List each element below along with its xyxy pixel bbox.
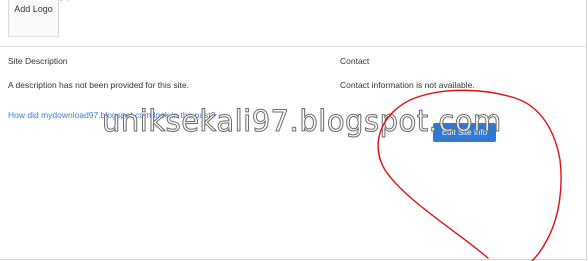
edit-site-info-button[interactable]: Edit Site Info (433, 123, 496, 142)
section-divider (0, 46, 586, 47)
past-snapshots-link[interactable]: How did mydownload97.blogspot.com look i… (8, 110, 215, 120)
contact-heading: Contact (340, 56, 370, 66)
page-frame (0, 0, 587, 260)
add-logo-button[interactable]: + Add Logo (8, 0, 59, 37)
site-description-heading: Site Description (8, 56, 68, 66)
site-description-text: A description has not been provided for … (8, 80, 189, 90)
add-logo-label: Add Logo (14, 4, 53, 14)
contact-text: Contact information is not available. (340, 80, 475, 90)
header-text-fragment: y p (60, 0, 180, 3)
